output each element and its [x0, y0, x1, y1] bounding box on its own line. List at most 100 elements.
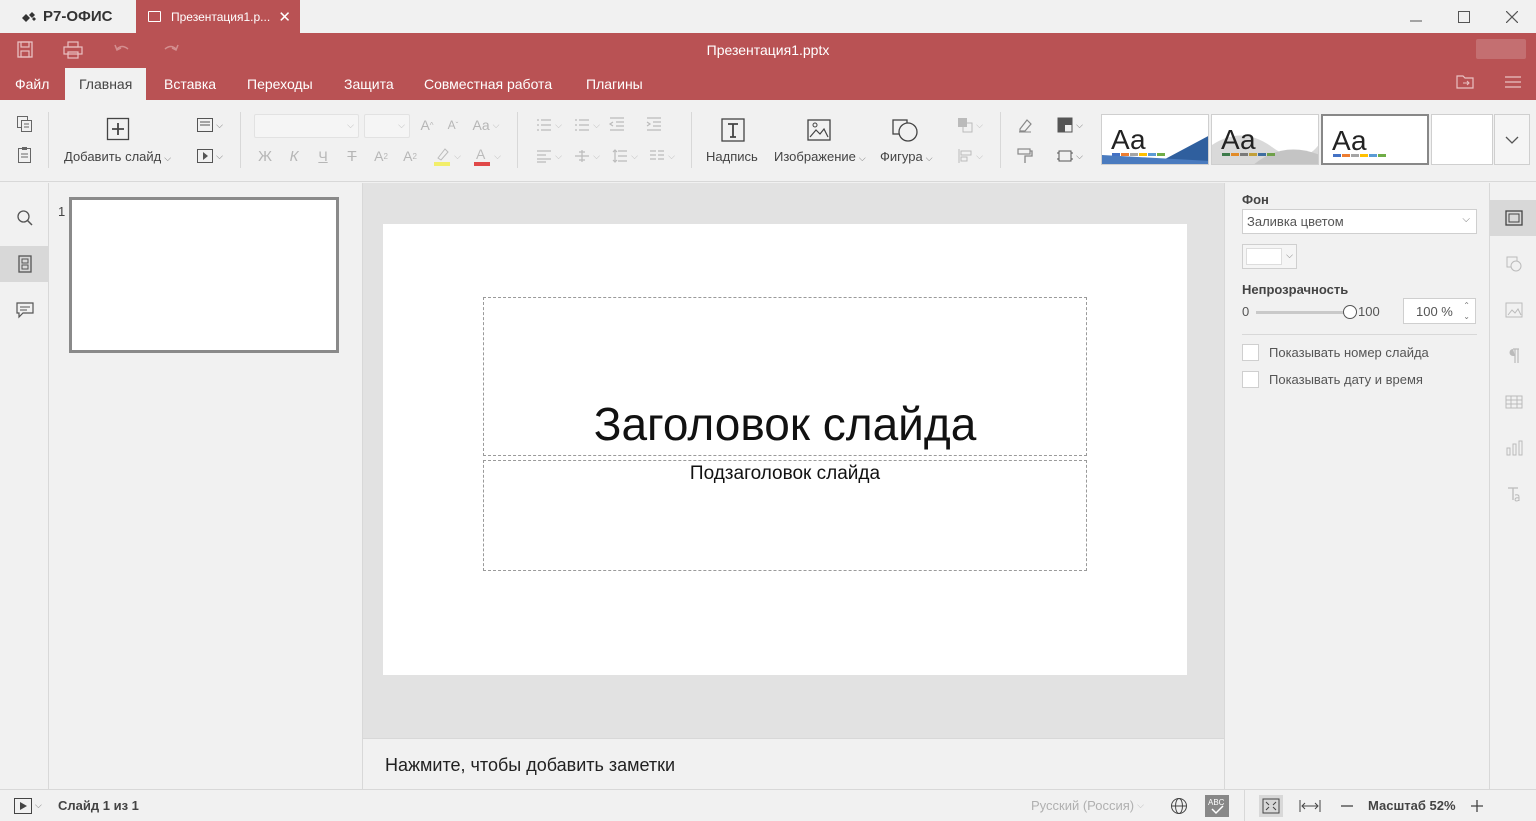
theme-option-3[interactable]: Аа	[1321, 114, 1429, 165]
image-settings-tab[interactable]	[1490, 292, 1536, 328]
minus-icon	[1341, 804, 1353, 807]
image-icon[interactable]	[806, 117, 832, 143]
tab-collaboration[interactable]: Совместная работа	[410, 68, 566, 100]
highlight-color-button[interactable]: ⌵	[430, 145, 464, 167]
doc-language-button[interactable]	[1170, 790, 1188, 821]
table-settings-tab[interactable]	[1490, 384, 1536, 420]
tab-plugins[interactable]: Плагины	[572, 68, 657, 100]
underline-button[interactable]: Ч	[314, 147, 332, 165]
slide-thumbnail[interactable]	[69, 197, 339, 353]
insert-image-button[interactable]: Изображение ⌵	[774, 149, 866, 164]
subtitle-placeholder[interactable]: Подзаголовок слайда	[483, 460, 1087, 571]
language-select[interactable]: Русский (Россия) ⌵	[1031, 790, 1144, 821]
slideshow-button[interactable]: ⌵	[14, 790, 42, 821]
minimize-button[interactable]	[1392, 0, 1440, 33]
slide-subtitle[interactable]: Подзаголовок слайда	[484, 463, 1086, 485]
change-layout-button[interactable]: ⌵	[193, 116, 227, 134]
show-date-time-checkbox[interactable]	[1242, 371, 1259, 388]
tab-insert[interactable]: Вставка	[150, 68, 230, 100]
columns-button[interactable]: ⌵	[645, 147, 679, 165]
zoom-in-button[interactable]	[1470, 790, 1484, 821]
zoom-out-button[interactable]	[1340, 790, 1354, 821]
slide-canvas[interactable]: Заголовок слайда Подзаголовок слайда	[383, 224, 1187, 675]
notes-placeholder[interactable]: Нажмите, чтобы добавить заметки	[385, 755, 675, 776]
tab-home[interactable]: Главная	[65, 68, 147, 100]
opacity-slider-thumb[interactable]	[1343, 305, 1357, 319]
spinner-arrows-icon[interactable]: ⌃ ⌄	[1463, 300, 1470, 322]
user-avatar[interactable]	[1476, 39, 1526, 59]
spellcheck-button[interactable]: ABC	[1205, 790, 1229, 821]
comments-button[interactable]	[0, 292, 49, 328]
clear-style-icon[interactable]	[1016, 116, 1034, 134]
increase-indent-icon[interactable]	[645, 116, 663, 134]
show-slide-number-checkbox[interactable]	[1242, 344, 1259, 361]
menu-icon[interactable]	[1504, 75, 1522, 89]
zoom-level[interactable]: Масштаб 52%	[1368, 790, 1456, 821]
maximize-button[interactable]	[1440, 0, 1488, 33]
font-name-select[interactable]: ⌵	[254, 114, 359, 138]
align-shape-button[interactable]: ⌵	[953, 147, 987, 165]
copy-icon[interactable]	[16, 115, 34, 133]
superscript-icon[interactable]: A2	[372, 147, 390, 165]
close-window-button[interactable]	[1488, 0, 1536, 33]
slide-title[interactable]: Заголовок слайда	[484, 397, 1086, 451]
show-slide-number-label[interactable]: Показывать номер слайда	[1269, 345, 1429, 360]
insert-text-box-button[interactable]: Надпись	[706, 149, 758, 164]
decrease-indent-icon[interactable]	[608, 116, 626, 134]
bold-button[interactable]: Ж	[256, 147, 274, 165]
numbering-button[interactable]: ⌵	[570, 116, 604, 134]
themes-more-button[interactable]	[1494, 114, 1530, 165]
start-slideshow-button[interactable]: ⌵	[193, 147, 227, 165]
horizontal-align-button[interactable]: ⌵	[532, 147, 566, 165]
show-date-time-label[interactable]: Показывать дату и время	[1269, 372, 1423, 387]
shape-icon[interactable]	[891, 115, 919, 143]
tab-transitions[interactable]: Переходы	[233, 68, 327, 100]
insert-shape-button[interactable]: Фигура ⌵	[880, 149, 933, 164]
decrease-font-icon[interactable]: Aˇ	[444, 116, 462, 134]
paragraph-settings-tab[interactable]	[1490, 338, 1536, 374]
line-spacing-button[interactable]: ⌵	[608, 147, 642, 165]
paste-icon[interactable]	[16, 146, 34, 164]
maximize-icon	[1458, 10, 1470, 23]
arrange-button[interactable]: ⌵	[953, 116, 987, 134]
bullets-button[interactable]: ⌵	[532, 116, 566, 134]
italic-button[interactable]: К	[285, 147, 303, 165]
slide-size-button[interactable]: ⌵	[1053, 147, 1087, 165]
document-tab[interactable]: Презентация1.р... ✕	[136, 0, 300, 33]
opacity-slider-track[interactable]	[1256, 311, 1350, 314]
font-size-select[interactable]: ⌵	[364, 114, 410, 138]
add-slide-icon[interactable]	[106, 117, 130, 141]
notes-area[interactable]: Нажмите, чтобы добавить заметки	[363, 738, 1224, 789]
theme-option-4[interactable]	[1431, 114, 1493, 165]
chevron-down-icon: ⌵	[593, 119, 600, 130]
open-file-location-icon[interactable]	[1456, 75, 1474, 89]
increase-font-icon[interactable]: A ^	[418, 116, 436, 134]
vertical-align-button[interactable]: ⌵	[570, 147, 604, 165]
search-button[interactable]	[0, 200, 49, 236]
fill-color-picker[interactable]: ⌵	[1242, 244, 1297, 269]
tab-protection[interactable]: Защита	[330, 68, 408, 100]
tab-file[interactable]: Файл	[1, 68, 63, 100]
textart-settings-tab[interactable]	[1490, 476, 1536, 512]
subscript-icon[interactable]: A2	[401, 147, 419, 165]
slides-panel-button[interactable]	[0, 246, 49, 282]
change-case-button[interactable]: Aa ⌵	[470, 116, 502, 134]
theme-option-1[interactable]: Аа	[1101, 114, 1209, 165]
add-slide-button[interactable]: Добавить слайд ⌵	[64, 149, 171, 164]
close-tab-icon[interactable]: ✕	[278, 8, 291, 26]
slide-settings-tab[interactable]	[1490, 200, 1536, 236]
text-box-icon[interactable]	[720, 117, 746, 143]
fill-type-select[interactable]: Заливка цветом ⌵	[1242, 209, 1477, 234]
slide-settings-icon	[1504, 210, 1523, 226]
font-color-button[interactable]: A ⌵	[470, 145, 504, 167]
fit-slide-button[interactable]	[1259, 790, 1283, 821]
shape-settings-tab[interactable]	[1490, 246, 1536, 282]
strikethrough-button[interactable]: Т	[343, 147, 361, 165]
fit-width-button[interactable]	[1299, 790, 1321, 821]
opacity-input[interactable]: 100 % ⌃ ⌄	[1403, 298, 1476, 324]
copy-style-icon[interactable]	[1016, 147, 1034, 165]
theme-option-2[interactable]: Аа	[1211, 114, 1319, 165]
title-placeholder[interactable]: Заголовок слайда	[483, 297, 1087, 456]
color-scheme-button[interactable]: ⌵	[1053, 116, 1087, 134]
chart-settings-tab[interactable]	[1490, 430, 1536, 466]
